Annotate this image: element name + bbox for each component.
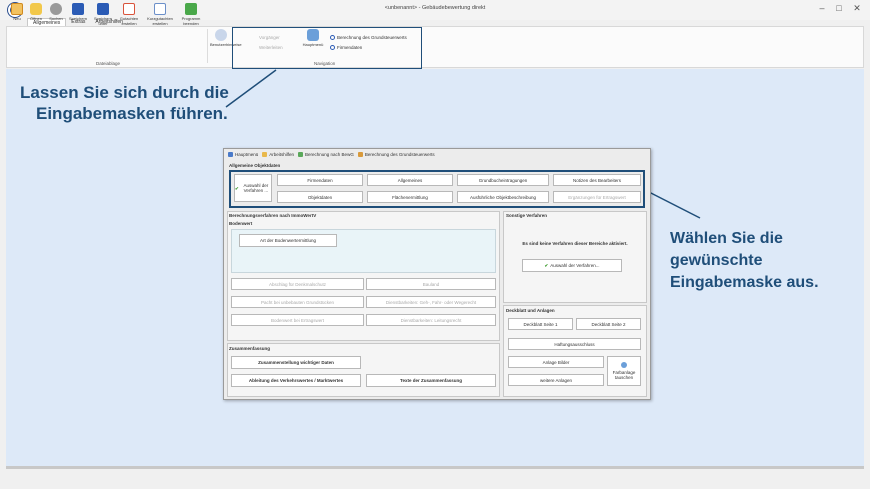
firmendaten-button[interactable]: Firmendaten [277, 174, 363, 186]
open-button[interactable]: Öffnen [27, 3, 45, 22]
callout-navigation: Lassen Sie sich durch die Eingabemasken … [20, 83, 229, 123]
anlage-bilder-button[interactable]: Anlage Bilder [508, 356, 604, 368]
create-report-icon [123, 3, 135, 15]
dtab-arbeitshilfen[interactable]: Arbeitshilfen [262, 152, 294, 160]
hauptmenu-button[interactable]: Hauptmenü [302, 29, 324, 48]
search-button[interactable]: Suchen [46, 3, 66, 22]
denkmalschutz-button: Abschlag für Denkmalschutz [231, 278, 364, 290]
auswahl-verfahren-button[interactable]: ✔ Auswahl der Verfahren ... [234, 174, 272, 202]
home-icon [307, 29, 319, 41]
bodenwert-ertragswert-button: Bodenwert bei Ertragswert [231, 314, 364, 326]
folder-icon [262, 152, 268, 158]
open-folder-icon [30, 3, 42, 15]
objektbeschreibung-button[interactable]: Ausführliche Objektbeschreibung [457, 191, 549, 203]
grundbuch-button[interactable]: Grundbucheintragungen [457, 174, 549, 186]
haftungsausschluss-button[interactable]: Haftungsausschluss [508, 338, 641, 350]
dtab-grundsteuer[interactable]: Berechnung des Grundsteuerwerts [357, 152, 435, 160]
checkmark-icon: ✔ [544, 263, 549, 268]
save-as-button[interactable]: Speichern unter [92, 3, 114, 26]
maximize-button[interactable]: □ [832, 3, 846, 13]
tax-icon [357, 152, 363, 158]
radio-icon [330, 45, 335, 51]
close-button[interactable]: ✕ [850, 3, 864, 14]
new-button[interactable]: Neu [9, 3, 25, 22]
radio-grundsteuerwert[interactable]: Berechnung des Grundsteuerwerts [330, 35, 407, 41]
ribbon [6, 26, 864, 68]
bodenwertermittlung-button[interactable]: Art der Bodenwertermittlung [239, 234, 337, 247]
ertragswert-ergaenzungen-button: Ergänzungen für Ertragswert [553, 191, 641, 203]
flaechenermittlung-button[interactable]: Flächenermittlung [367, 191, 453, 203]
dtab-hauptmenu[interactable]: Hauptmenü [228, 152, 258, 160]
verkehrswert-button[interactable]: Ableitung des Verkehrswertes / Marktwert… [231, 374, 361, 387]
exit-button[interactable]: Programm beenden [177, 3, 205, 26]
ribbon-separator [207, 29, 208, 63]
exit-icon [185, 3, 197, 15]
deckblatt-seite1-button[interactable]: Deckblatt Seite 1 [508, 318, 573, 330]
vorgaenger-button[interactable]: Vorgänger [259, 35, 280, 40]
radio-firmendaten[interactable]: Firmendaten [330, 45, 362, 51]
deckblatt-seite2-button[interactable]: Deckblatt Seite 2 [576, 318, 641, 330]
short-report-button[interactable]: Kurzgutachten erstellen [144, 3, 176, 26]
wichtige-daten-button[interactable]: Zusammenstellung wichtiger Daten [231, 356, 361, 369]
radio-icon [330, 35, 335, 41]
home-icon [228, 152, 233, 158]
callout-select-mask: Wählen Sie die gewünschte Eingabemaske a… [670, 230, 819, 291]
dialog-tabs: Hauptmenü Arbeitshilfen Berechnung nach … [228, 152, 435, 160]
calc-icon [298, 152, 304, 158]
minimize-button[interactable]: – [815, 3, 829, 13]
save-button[interactable]: Speichern [66, 3, 90, 22]
swap-icon [621, 362, 627, 368]
dtab-bewg[interactable]: Berechnung nach BewG [298, 152, 354, 160]
zusammenfassung-panel [227, 343, 500, 397]
weiterleiten-button[interactable]: Weiterleiten [259, 45, 283, 50]
sonstige-panel [503, 211, 647, 303]
binoculars-icon [50, 3, 62, 15]
status-bar [6, 466, 864, 469]
no-procedures-info: Es sind keine Verfahren dieser Bereiche … [522, 241, 628, 246]
section-berechnungsverfahren: Berechnungsverfahren nach ImmoWertV [229, 213, 317, 218]
notizen-button[interactable]: Notizen des Bearbeiters [553, 174, 641, 186]
wegerecht-button: Dienstbarkeiten: Geh-, Fahr- oder Wegere… [366, 296, 496, 308]
texte-zusammenfassung-button[interactable]: Texte der Zusammenfassung [366, 374, 496, 387]
section-zusammenfassung: Zusammenfassung [229, 346, 271, 351]
section-bodenwert: Bodenwert [229, 221, 253, 226]
auswahl-verfahren-button-2[interactable]: ✔ Auswahl der Verfahren... [522, 259, 622, 272]
pacht-button: Pacht bei unbebauten Grundstücken [231, 296, 364, 308]
farbanlage-tauschen-button[interactable]: Farbanlage tauschen [607, 356, 641, 386]
save-as-icon [97, 3, 109, 15]
create-report-button[interactable]: Gutachten erstellen [115, 3, 143, 26]
user-hints-button[interactable]: Benutzerhinweise [210, 29, 242, 48]
section-sonstige-verfahren: Sonstige Verfahren [506, 213, 548, 218]
short-report-icon [154, 3, 166, 15]
weitere-anlagen-button[interactable]: weitere Anlagen [508, 374, 604, 386]
section-allgemeine-objektdaten: Allgemeine Objektdaten [229, 163, 281, 168]
leitungsrecht-button: Dienstbarkeiten: Leitungsrecht [366, 314, 496, 326]
user-hints-icon [215, 29, 227, 41]
checkmark-icon: ✔ [235, 185, 239, 191]
section-deckblatt: Deckblatt und Anlagen [506, 308, 555, 313]
bauland-button: Bauland [366, 278, 496, 290]
objektdaten-button[interactable]: Objektdaten [277, 191, 363, 203]
allgemeines-button[interactable]: Allgemeines [367, 174, 453, 186]
group-label-navigation: Navigation [314, 61, 336, 66]
group-label-dateiablage: Dateiablage [96, 61, 121, 66]
save-icon [72, 3, 84, 15]
new-document-icon [11, 3, 23, 15]
